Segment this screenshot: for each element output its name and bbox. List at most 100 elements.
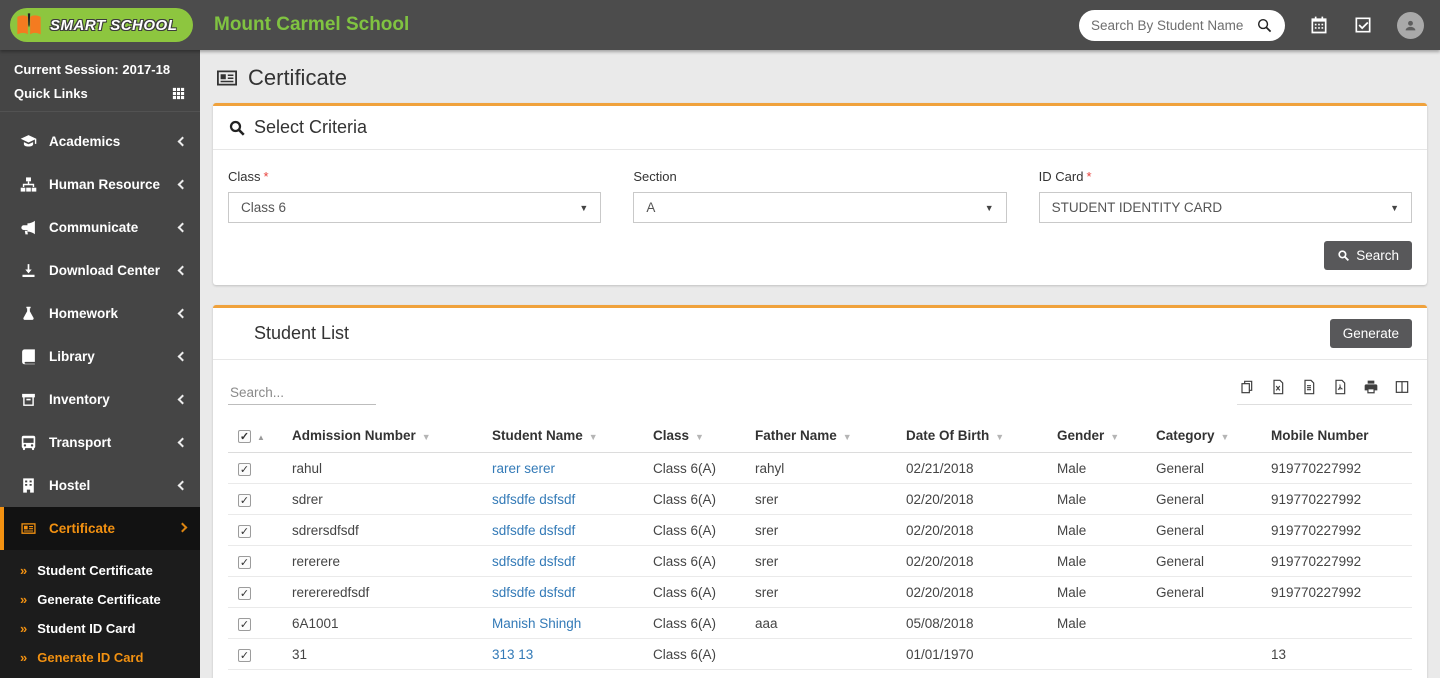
select-all-checkbox[interactable]: ✓ (238, 430, 251, 443)
cell: 02/20/2018 (896, 515, 1047, 546)
cell: 919770227992 (1261, 484, 1412, 515)
submenu-item-student-id-card[interactable]: »Student ID Card (0, 614, 200, 643)
cell: General (1146, 484, 1261, 515)
copy-icon[interactable] (1239, 379, 1255, 395)
field-class: Class* Class 6▼ (228, 169, 601, 223)
file-text-icon[interactable] (1301, 379, 1317, 395)
chevron-left-icon (178, 395, 188, 405)
row-checkbox[interactable]: ✓ (238, 525, 251, 538)
column-header-category[interactable]: Category▼ (1146, 419, 1261, 453)
column-header-class[interactable]: Class▼ (643, 419, 745, 453)
pdf-icon[interactable] (1332, 379, 1348, 395)
logo-text: SMART SCHOOL (50, 17, 177, 34)
sidebar-item-label: Inventory (49, 392, 179, 407)
submenu-item-generate-id-card[interactable]: »Generate ID Card (0, 643, 200, 672)
cell: Class 6(A) (643, 453, 745, 484)
sidebar-item-academics[interactable]: Academics (0, 120, 200, 163)
building-icon (20, 477, 37, 494)
cell: 02/20/2018 (896, 484, 1047, 515)
generate-button[interactable]: Generate (1330, 319, 1412, 348)
row-checkbox[interactable]: ✓ (238, 649, 251, 662)
quick-links-label[interactable]: Quick Links (14, 86, 88, 101)
task-check-icon[interactable] (1353, 15, 1373, 35)
chevron-left-icon (178, 438, 188, 448)
sort-icon: ▼ (589, 432, 598, 442)
sidebar-item-certificate[interactable]: Certificate (0, 507, 200, 550)
table-row: ✓6A1001Manish ShinghClass 6(A)aaa05/08/2… (228, 608, 1412, 639)
sidebar-item-transport[interactable]: Transport (0, 421, 200, 464)
cell: 13 (1261, 639, 1412, 670)
sidebar-item-label: Library (49, 349, 179, 364)
row-checkbox[interactable]: ✓ (238, 587, 251, 600)
search-button[interactable]: Search (1324, 241, 1412, 270)
cell-student-name: Manish Shingh (482, 608, 643, 639)
submenu-item-generate-certificate[interactable]: »Generate Certificate (0, 585, 200, 614)
dropdown-caret-icon: ▼ (1390, 203, 1399, 213)
student-list-title: Student List (228, 323, 349, 344)
student-name-link[interactable]: Manish Shingh (492, 616, 581, 631)
student-name-link[interactable]: sdfsdfe dsfsdf (492, 585, 575, 600)
user-avatar[interactable] (1397, 12, 1424, 39)
field-label: Class* (228, 169, 601, 184)
column-header-student-name[interactable]: Student Name▼ (482, 419, 643, 453)
sidebar-item-download-center[interactable]: Download Center (0, 249, 200, 292)
cell: 02/20/2018 (896, 577, 1047, 608)
table-row: ✓rahulrarer sererClass 6(A)rahyl02/21/20… (228, 453, 1412, 484)
row-checkbox[interactable]: ✓ (238, 618, 251, 631)
cell: 9755388121 (1261, 670, 1412, 678)
student-search-input[interactable] (1091, 18, 1256, 33)
chevron-left-icon (178, 309, 188, 319)
chevron-left-icon (178, 223, 188, 233)
column-header-gender[interactable]: Gender▼ (1047, 419, 1146, 453)
cell: 02/21/2018 (896, 453, 1047, 484)
column-header-date-of-birth[interactable]: Date Of Birth▼ (896, 419, 1047, 453)
row-checkbox[interactable]: ✓ (238, 556, 251, 569)
student-name-link[interactable]: 313 13 (492, 647, 533, 662)
search-icon (228, 119, 246, 137)
sort-asc-icon[interactable]: ▲ (257, 433, 265, 442)
id-card-select[interactable]: STUDENT IDENTITY CARD▼ (1039, 192, 1412, 223)
current-session-label: Current Session: 2017-18 (14, 62, 186, 77)
student-name-link[interactable]: sdfsdfe dsfsdf (492, 554, 575, 569)
sidebar-item-hostel[interactable]: Hostel (0, 464, 200, 507)
cell-student-name: sdfsdfe dsfsdf (482, 515, 643, 546)
cell: rahyl (745, 453, 896, 484)
row-checkbox[interactable]: ✓ (238, 494, 251, 507)
class-select[interactable]: Class 6▼ (228, 192, 601, 223)
sidebar-item-communicate[interactable]: Communicate (0, 206, 200, 249)
sidebar-item-homework[interactable]: Homework (0, 292, 200, 335)
cell: 919770227992 (1261, 515, 1412, 546)
cell: Class 6(A) (643, 670, 745, 678)
table-search-input[interactable] (228, 381, 376, 405)
field-id-card: ID Card*STUDENT IDENTITY CARD▼ (1039, 169, 1412, 223)
calendar-icon[interactable] (1309, 15, 1329, 35)
cell: Male (1047, 484, 1146, 515)
print-icon[interactable] (1363, 379, 1379, 395)
submenu-item-student-certificate[interactable]: »Student Certificate (0, 556, 200, 585)
search-icon[interactable] (1256, 17, 1273, 34)
cell-student-name: sdfsdfe dsfsdf (482, 577, 643, 608)
student-name-link[interactable]: sdfsdfe dsfsdf (492, 523, 575, 538)
double-angle-right-icon: » (20, 563, 27, 578)
student-search-box[interactable] (1079, 10, 1285, 41)
sidebar-item-library[interactable]: Library (0, 335, 200, 378)
sidebar-item-inventory[interactable]: Inventory (0, 378, 200, 421)
grid-icon[interactable] (171, 86, 186, 101)
section-select[interactable]: A▼ (633, 192, 1006, 223)
columns-icon[interactable] (1394, 379, 1410, 395)
table-row: ✓9333242ankitClass 6(A)sfdsf02/28/1990Ma… (228, 670, 1412, 678)
student-name-link[interactable]: sdfsdfe dsfsdf (492, 492, 575, 507)
app-logo[interactable]: SMART SCHOOL (0, 8, 200, 42)
sidebar-item-human-resource[interactable]: Human Resource (0, 163, 200, 206)
sort-icon: ▼ (843, 432, 852, 442)
column-header-father-name[interactable]: Father Name▼ (745, 419, 896, 453)
column-header-admission-number[interactable]: Admission Number▼ (282, 419, 482, 453)
table-row: ✓rerereredfsdfsdfsdfe dsfsdfClass 6(A)sr… (228, 577, 1412, 608)
excel-icon[interactable] (1270, 379, 1286, 395)
cell: General (1146, 577, 1261, 608)
cell-student-name: rarer serer (482, 453, 643, 484)
student-name-link[interactable]: rarer serer (492, 461, 555, 476)
flask-icon (20, 305, 37, 322)
cell-student-name: sdfsdfe dsfsdf (482, 484, 643, 515)
row-checkbox[interactable]: ✓ (238, 463, 251, 476)
